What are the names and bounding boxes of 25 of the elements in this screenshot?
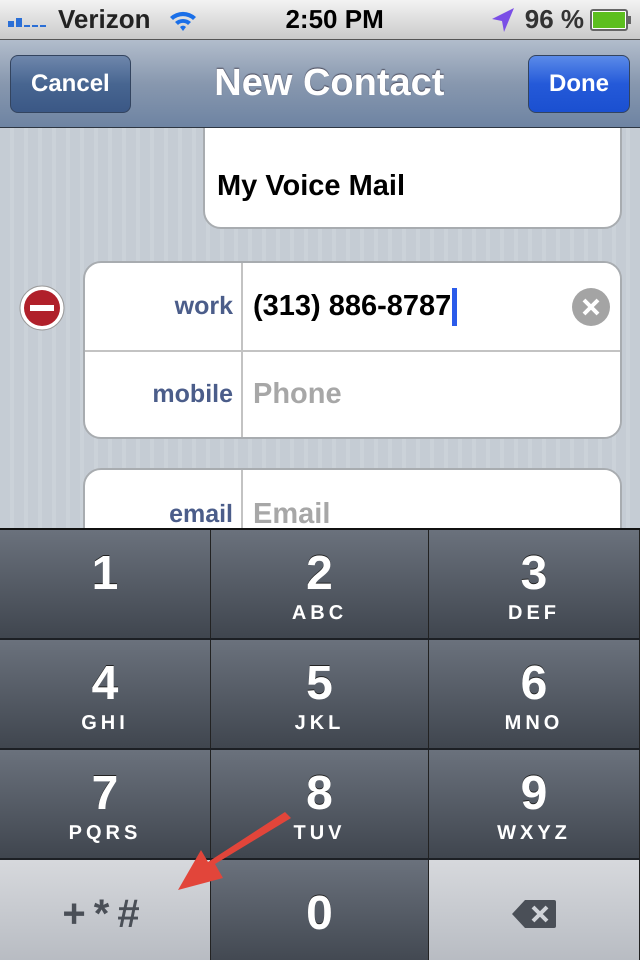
delete-row-icon (19, 285, 65, 331)
location-arrow-icon (490, 6, 515, 32)
status-time: 2:50 PM (284, 4, 385, 35)
symbols-key[interactable]: +*# (0, 860, 211, 960)
battery-percent: 96 % (524, 4, 584, 35)
carrier-name: Verizon (58, 4, 150, 35)
keypad-key[interactable]: 2 ABC (211, 530, 429, 638)
keypad-key[interactable]: 0 (211, 860, 429, 960)
keypad-key[interactable]: 5 JKL (211, 640, 429, 748)
text-cursor (452, 288, 458, 326)
keypad-key[interactable]: 9 WXYZ (429, 750, 640, 858)
delete-key[interactable] (429, 860, 640, 960)
email-input[interactable]: Email (253, 498, 553, 528)
keypad-key[interactable]: 7 PQRS (0, 750, 211, 858)
backspace-icon (511, 899, 557, 929)
done-button[interactable]: Done (528, 54, 630, 112)
keypad-key[interactable]: 1 (0, 530, 211, 638)
keypad-key[interactable]: 3 DEF (429, 530, 640, 638)
keypad-key[interactable]: 4 GHI (0, 640, 211, 748)
battery-icon (590, 8, 632, 30)
address-value: My Voice Mail (217, 170, 406, 203)
keypad-key[interactable]: 8 TUV (211, 750, 429, 858)
screen-title: New Contact (214, 62, 444, 105)
keypad-key[interactable]: 6 MNO (429, 640, 640, 748)
cancel-button[interactable]: Cancel (10, 54, 131, 112)
